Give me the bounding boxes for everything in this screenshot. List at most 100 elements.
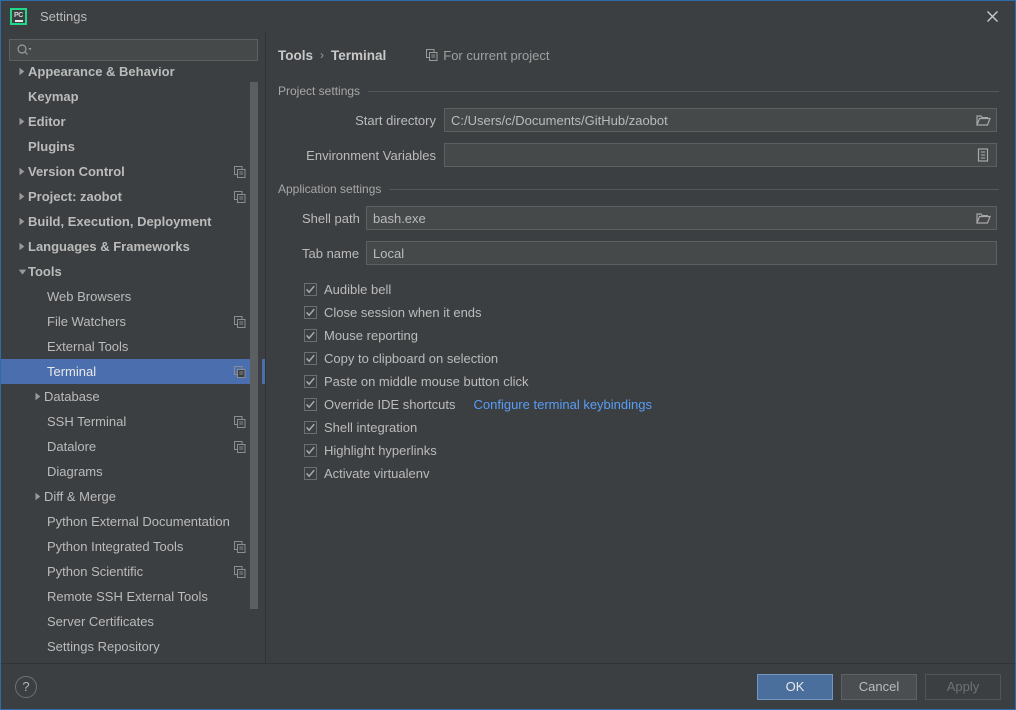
search-box[interactable] [9,39,258,61]
sidebar-item-python-scientific[interactable]: Python Scientific [1,559,266,584]
copy-glyph [234,565,246,578]
copy-icon [426,49,438,61]
checkbox-copy-to-clipboard-on-selection[interactable] [304,352,317,365]
checkbox-shell-integration[interactable] [304,421,317,434]
checkbox-label: Audible bell [324,282,392,297]
copy-icon [234,365,246,378]
checkbox-label: Highlight hyperlinks [324,443,437,458]
apply-button[interactable]: Apply [925,673,1001,700]
copy-glyph [234,165,246,178]
checkbox-row[interactable]: Audible bell [304,278,999,301]
folder-icon[interactable] [970,109,996,131]
chevron-right-icon [19,117,25,126]
sidebar-item-build-execution-deployment[interactable]: Build, Execution, Deployment [1,209,266,234]
tree-scrollbar-track[interactable] [250,67,262,663]
checkbox-row[interactable]: Highlight hyperlinks [304,439,999,462]
chevron-right-icon[interactable] [16,67,28,84]
chevron-right-icon[interactable] [16,109,28,134]
environment-variables-input[interactable] [445,144,970,166]
chevron-right-icon[interactable] [16,209,28,234]
sidebar-item-diff-merge[interactable]: Diff & Merge [1,484,266,509]
help-button[interactable]: ? [15,675,37,698]
checkbox-audible-bell[interactable] [304,283,317,296]
search-input[interactable] [32,43,257,57]
sidebar-item-plugins[interactable]: Plugins [1,134,266,159]
checkbox-row[interactable]: Override IDE shortcuts Configure terminal… [304,393,999,416]
start-directory-label: Start directory [355,112,436,128]
chevron-right-icon[interactable] [16,159,28,184]
list-icon[interactable] [970,144,996,166]
sidebar-item-tools[interactable]: Tools [1,259,266,284]
dialog-body: Appearance & Behavior Keymap Editor Plugins… [1,32,1015,663]
sidebar-item-label: External Tools [47,339,129,354]
check-glyph [306,331,315,340]
chevron-right-icon[interactable] [16,234,28,259]
sidebar-item-python-integrated-tools[interactable]: Python Integrated Tools [1,534,266,559]
checkbox-row[interactable]: Activate virtualenv [304,462,999,485]
title-bar: PC Settings [1,1,1015,32]
chevron-right-icon [35,392,41,401]
sidebar-item-web-browsers[interactable]: Web Browsers [1,284,266,309]
chevron-down-icon[interactable] [16,259,28,284]
badge-label: For current project [443,47,550,63]
chevron-right-icon[interactable] [16,184,28,209]
start-directory-input[interactable] [445,109,970,131]
environment-variables-label: Environment Variables [306,147,436,163]
sidebar-item-external-tools[interactable]: External Tools [1,334,266,359]
copy-icon [234,565,246,578]
sidebar-item-terminal[interactable]: Terminal [1,359,266,384]
sidebar-item-diagrams[interactable]: Diagrams [1,459,266,484]
tree-scrollbar-thumb[interactable] [250,82,258,609]
settings-tree[interactable]: Appearance & Behavior Keymap Editor Plugins… [1,67,266,663]
sidebar-item-settings-repository[interactable]: Settings Repository [1,634,266,659]
shell-path-field[interactable] [366,206,997,230]
tab-name-row: Tab name [278,240,999,266]
environment-variables-field[interactable] [444,143,997,167]
chevron-right-icon[interactable] [32,384,44,409]
breadcrumb-current: Terminal [331,47,387,63]
terminal-options-checklist: Audible bell Close session when it ends Mo… [278,278,999,485]
shell-path-input[interactable] [367,207,970,229]
dialog-footer: ? OK Cancel Apply [1,663,1015,709]
sidebar-item-editor[interactable]: Editor [1,109,266,134]
checkbox-row[interactable]: Mouse reporting [304,324,999,347]
tab-name-input[interactable] [367,242,996,264]
shell-path-row: Shell path [278,205,999,231]
cancel-button[interactable]: Cancel [841,673,917,700]
sidebar-item-python-external-documentation[interactable]: Python External Documentation [1,509,266,534]
sidebar-item-label: Keymap [28,89,79,104]
sidebar-item-ssh-terminal[interactable]: SSH Terminal [1,409,266,434]
breadcrumb-parent[interactable]: Tools [278,48,313,63]
checkbox-activate-virtualenv[interactable] [304,467,317,480]
checkbox-override-ide-shortcuts[interactable] [304,398,317,411]
sidebar-item-remote-ssh-external-tools[interactable]: Remote SSH External Tools [1,584,266,609]
sidebar-item-project-zaobot[interactable]: Project: zaobot [1,184,266,209]
sidebar-item-label: Build, Execution, Deployment [28,214,212,229]
section-rule [368,90,999,92]
sidebar-item-keymap[interactable]: Keymap [1,84,266,109]
ok-button[interactable]: OK [757,673,833,700]
start-directory-field[interactable] [444,108,997,132]
sidebar-item-server-certificates[interactable]: Server Certificates [1,609,266,634]
tab-name-field[interactable] [366,241,997,265]
folder-icon[interactable] [970,207,996,229]
checkbox-paste-on-middle-mouse-button-click[interactable] [304,375,317,388]
checkbox-row[interactable]: Shell integration [304,416,999,439]
checkbox-mouse-reporting[interactable] [304,329,317,342]
close-icon[interactable] [969,1,1015,32]
checkbox-close-session-when-it-ends[interactable] [304,306,317,319]
sidebar-item-appearance-behavior[interactable]: Appearance & Behavior [1,67,266,84]
folder-glyph [975,114,991,126]
sidebar-item-languages-frameworks[interactable]: Languages & Frameworks [1,234,266,259]
copy-glyph [426,49,438,61]
checkbox-highlight-hyperlinks[interactable] [304,444,317,457]
checkbox-row[interactable]: Close session when it ends [304,301,999,324]
checkbox-row[interactable]: Copy to clipboard on selection [304,347,999,370]
chevron-right-icon[interactable] [32,484,44,509]
sidebar-item-version-control[interactable]: Version Control [1,159,266,184]
configure-terminal-keybindings-link[interactable]: Configure terminal keybindings [474,397,652,412]
sidebar-item-database[interactable]: Database [1,384,266,409]
sidebar-item-datalore[interactable]: Datalore [1,434,266,459]
checkbox-row[interactable]: Paste on middle mouse button click [304,370,999,393]
sidebar-item-file-watchers[interactable]: File Watchers [1,309,266,334]
